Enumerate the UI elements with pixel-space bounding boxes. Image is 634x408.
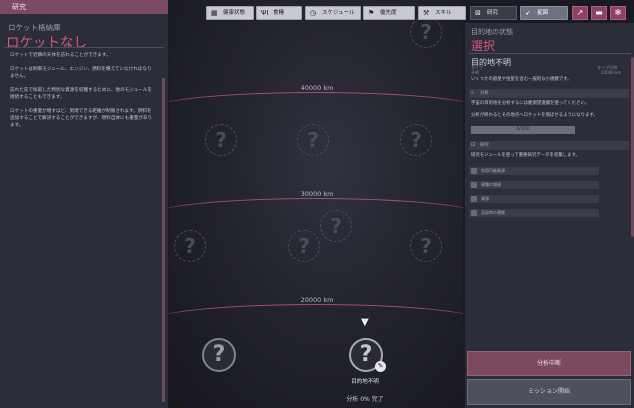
destination-status-subtitle: 目的地の状態: [471, 28, 513, 36]
stop-analysis-button[interactable]: 分析中断: [467, 351, 631, 376]
analysis-progress-bar: 0/100: [471, 126, 575, 134]
undiscovered-destination[interactable]: ?: [205, 124, 237, 156]
resource-icon: [471, 196, 477, 202]
telescope-icon: ⌕: [471, 90, 474, 96]
priority-icon: ⚑: [368, 9, 375, 17]
divider: [4, 47, 164, 48]
description-paragraph: ロケットで近隣の天体を訪れることができます。: [10, 53, 111, 58]
research-icon: ⊠: [475, 9, 481, 17]
destination-panel-title: 選択: [471, 39, 496, 53]
left-scrollbar[interactable]: [162, 78, 165, 402]
distance-value: 10000 km: [601, 70, 622, 75]
distance-label: 20000 km: [300, 296, 334, 304]
vitals-icon: ▦: [211, 9, 218, 17]
research-panel-header: 研究: [0, 0, 168, 14]
telescope-icon: ✎: [375, 361, 386, 372]
food-button[interactable]: ΨΙ 食糧: [256, 6, 302, 20]
rocket-icon: ➶: [525, 9, 531, 17]
destination-label: 目的地不明: [351, 379, 379, 385]
type-value: 不明: [471, 70, 479, 75]
resource-row: 回収時の運搬: [469, 209, 599, 217]
analysis-progress-value: 0/100: [516, 127, 530, 132]
undiscovered-destination[interactable]: ?: [297, 124, 329, 156]
analysis-section-header: ⌕ 分析: [469, 89, 629, 98]
description-paragraph: 訪れた先で採取した特別な資源を収穫するために、他のモジュールを接続することもでき…: [10, 88, 152, 100]
resource-row: 現場の調達: [469, 181, 599, 189]
distance-label: 40000 km: [300, 84, 334, 92]
destination-description: いくつかの惑星や恒星を含む一般的な小規模です。: [471, 77, 572, 82]
gear-icon: ✻: [614, 8, 622, 17]
skills-button[interactable]: ⚒ スキル: [418, 6, 466, 20]
research-section-header: ⊡ 研究: [469, 141, 629, 150]
rocket-status-title: ロケットなし: [6, 35, 87, 51]
chart-icon: ↗: [576, 8, 584, 17]
undiscovered-destination[interactable]: ?: [288, 230, 320, 262]
research-instructions: 研究モジュールを使って重要研究データを収集します。: [471, 153, 580, 158]
starmap-view[interactable]: 40000 km 30000 km 20000 km ? ? ? ? ? ? ?…: [169, 0, 463, 408]
undiscovered-destination[interactable]: ?: [410, 16, 442, 48]
start-mission-button[interactable]: ミッション開始: [467, 379, 631, 405]
selection-pointer-icon: ▼: [361, 317, 369, 328]
distance-label: 30000 km: [300, 190, 334, 198]
codex-button[interactable]: ▬: [591, 6, 607, 20]
resource-icon: [471, 210, 477, 216]
clock-icon: ◷: [310, 9, 317, 17]
resource-icon: [471, 182, 477, 188]
fork-knife-icon: ΨΙ: [261, 9, 269, 17]
schedule-button[interactable]: ◷ スケジュール: [305, 6, 361, 20]
description-paragraph: ロケットは制御モジュール、エンジン、燃料を備えていなければなりません。: [10, 67, 152, 79]
starmap-button[interactable]: ➶ 星図: [520, 6, 568, 20]
resource-row: 利用可能資源: [469, 167, 599, 175]
settings-button[interactable]: ✻: [610, 6, 626, 20]
undiscovered-destination[interactable]: ?: [410, 230, 442, 262]
wrench-icon: ⚒: [423, 9, 430, 17]
unknown-destination[interactable]: ?: [202, 338, 236, 372]
resource-icon: [471, 168, 477, 174]
report-chart-button[interactable]: ↗: [572, 6, 588, 20]
priorities-button[interactable]: ⚑ 優先度: [363, 6, 415, 20]
research-panel: 研究 ロケット格納庫 ロケットなし ロケットで近隣の天体を訪れることができます。…: [0, 0, 169, 408]
divider: [469, 53, 631, 54]
analysis-progress-text: 分析 0% 完了: [346, 396, 384, 403]
resource-row: 資源: [469, 195, 599, 203]
analysis-result-note: 分析が終わるとその地点へロケットを飛ばせるようになります。: [471, 113, 598, 118]
undiscovered-destination[interactable]: ?: [400, 124, 432, 156]
undiscovered-destination[interactable]: ?: [174, 230, 206, 262]
analysis-instructions: 宇宙の目的地を分析するには観測望遠鏡を使ってください。: [471, 101, 590, 106]
research-icon: ⊡: [471, 142, 476, 148]
research-button[interactable]: ⊠ 研究: [470, 6, 517, 20]
rocket-description: ロケットで近隣の天体を訪れることができます。 ロケットは制御モジュール、エンジン…: [10, 52, 156, 136]
description-paragraph: ロケットの重量が増すほど、到達できる距離が制限されます。燃料を追加することで解決…: [10, 109, 153, 128]
vitals-button[interactable]: ▦ 健康状態: [206, 6, 254, 20]
book-icon: ▬: [595, 8, 603, 17]
undiscovered-destination[interactable]: ?: [320, 210, 352, 242]
